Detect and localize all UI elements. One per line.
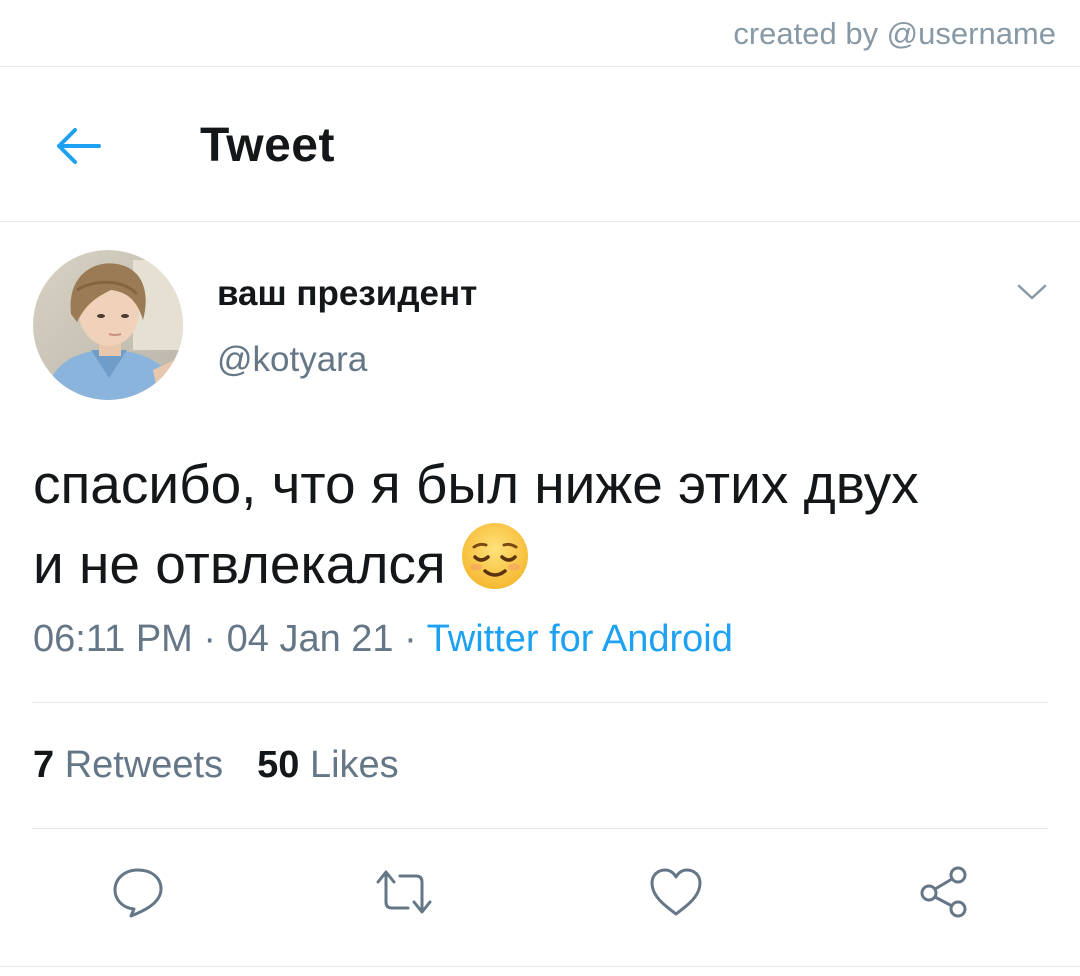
share-icon bbox=[920, 866, 967, 918]
meta-separator: · bbox=[192, 618, 227, 660]
action-bar bbox=[0, 860, 1080, 924]
back-button[interactable] bbox=[46, 118, 110, 174]
tweet-meta: 06:11 PM · 04 Jan 21 · Twitter for Andro… bbox=[33, 618, 733, 661]
header-bar: Tweet bbox=[0, 66, 1080, 222]
relieved-face-emoji bbox=[460, 521, 530, 609]
avatar[interactable] bbox=[33, 250, 183, 400]
retweets-label: Retweets bbox=[64, 744, 224, 786]
more-options-button[interactable] bbox=[1010, 276, 1054, 308]
author-display-name[interactable]: ваш президент bbox=[217, 274, 477, 314]
heart-icon bbox=[650, 868, 702, 916]
avatar-photo bbox=[33, 250, 183, 400]
tweet-text: спасибо, что я был ниже этих двух и не о… bbox=[33, 448, 1043, 609]
likes-stat[interactable]: 50 Likes bbox=[257, 744, 399, 786]
tweet-date: 04 Jan 21 bbox=[226, 618, 394, 660]
tweet-stats: 7 Retweets 50 Likes bbox=[33, 744, 399, 787]
header-divider bbox=[0, 221, 1080, 222]
retweets-count: 7 bbox=[33, 744, 55, 786]
retweet-icon bbox=[376, 870, 432, 914]
reply-button[interactable] bbox=[106, 860, 170, 924]
tweet-time: 06:11 PM bbox=[33, 618, 193, 660]
like-button[interactable] bbox=[644, 860, 708, 924]
share-button[interactable] bbox=[912, 860, 976, 924]
retweets-stat[interactable]: 7 Retweets bbox=[33, 744, 223, 786]
tweet-text-line: и не отвлекался bbox=[33, 533, 446, 595]
tweet-source-link[interactable]: Twitter for Android bbox=[427, 618, 733, 660]
likes-count: 50 bbox=[257, 744, 300, 786]
retweet-button[interactable] bbox=[372, 860, 436, 924]
arrow-left-icon bbox=[57, 128, 101, 164]
bottom-divider bbox=[0, 966, 1080, 967]
author-handle[interactable]: @kotyara bbox=[217, 340, 367, 380]
chevron-down-icon bbox=[1017, 284, 1047, 300]
stats-divider bbox=[32, 828, 1048, 829]
page-title: Tweet bbox=[200, 119, 335, 172]
meta-separator: · bbox=[393, 618, 427, 660]
reply-icon bbox=[113, 868, 163, 918]
tweet-text-line: спасибо, что я был ниже этих двух bbox=[33, 453, 919, 515]
watermark-text: created by @username bbox=[733, 16, 1056, 51]
meta-divider bbox=[32, 702, 1048, 703]
likes-label: Likes bbox=[309, 744, 399, 786]
